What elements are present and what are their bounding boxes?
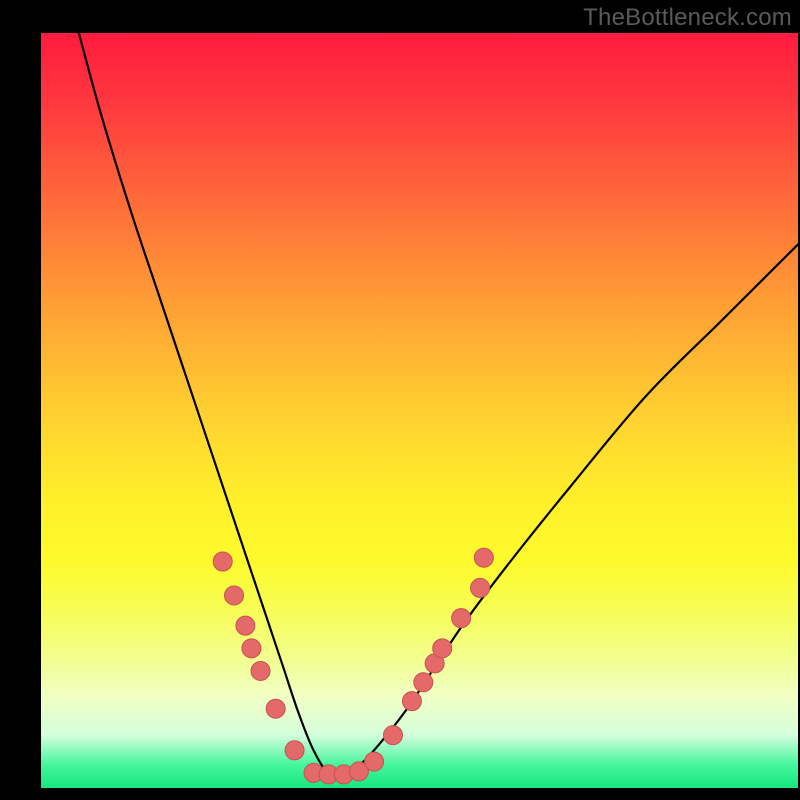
- data-point-marker: [251, 661, 270, 680]
- data-point-marker: [452, 609, 471, 628]
- data-point-marker: [433, 639, 452, 658]
- data-point-marker: [384, 726, 403, 745]
- watermark-text: TheBottleneck.com: [583, 4, 792, 32]
- data-point-marker: [225, 586, 244, 605]
- data-point-marker: [402, 692, 421, 711]
- plot-area: [41, 33, 798, 788]
- chart-frame: TheBottleneck.com: [0, 0, 800, 800]
- chart-svg: [41, 33, 798, 788]
- data-point-marker: [213, 552, 232, 571]
- data-point-marker: [474, 548, 493, 567]
- data-point-marker: [285, 741, 304, 760]
- data-point-marker: [365, 752, 384, 771]
- data-point-marker: [242, 639, 261, 658]
- data-point-marker: [471, 578, 490, 597]
- data-point-marker: [266, 699, 285, 718]
- data-point-marker: [414, 673, 433, 692]
- data-point-marker: [236, 616, 255, 635]
